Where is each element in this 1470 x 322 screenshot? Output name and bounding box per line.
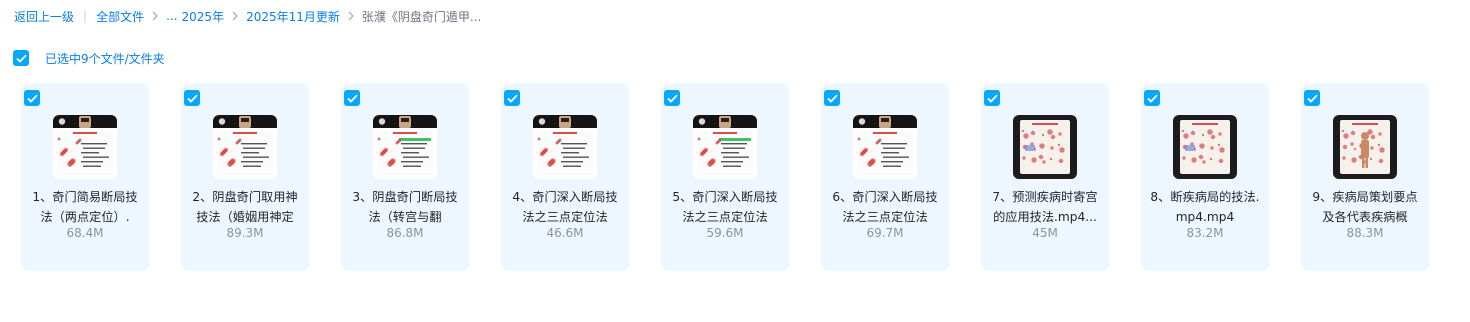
file-thumbnail[interactable]	[1173, 115, 1237, 179]
video-thumbnail-image	[213, 115, 277, 179]
video-thumbnail-image	[373, 115, 437, 179]
file-size: 86.8M	[386, 226, 424, 240]
file-card[interactable]: 9、疾病局策划要点及各代表疾病概 88.3M	[1301, 83, 1429, 271]
file-name[interactable]: 5、奇门深入断局技法之三点定位法	[667, 187, 783, 227]
check-icon	[826, 94, 838, 103]
file-checkbox[interactable]	[24, 90, 40, 106]
file-card[interactable]: 4、奇门深入断局技法之三点定位法 46.6M	[501, 83, 629, 271]
file-thumbnail[interactable]	[53, 115, 117, 179]
file-checkbox[interactable]	[1304, 90, 1320, 106]
file-card[interactable]: 8、断疾病局的技法.mp4.mp4 83.2M	[1141, 83, 1269, 271]
file-thumbnail[interactable]	[533, 115, 597, 179]
file-checkbox[interactable]	[184, 90, 200, 106]
check-icon	[346, 94, 358, 103]
check-icon	[26, 94, 38, 103]
video-thumbnail-image	[853, 115, 917, 179]
check-icon	[1146, 94, 1158, 103]
file-size: 83.2M	[1186, 226, 1224, 240]
video-thumbnail-image	[533, 115, 597, 179]
file-thumbnail[interactable]	[373, 115, 437, 179]
selection-bar: 已选中9个文件/文件夹	[13, 50, 165, 66]
file-checkbox[interactable]	[664, 90, 680, 106]
file-name[interactable]: 3、阴盘奇门断局技法（转宫与翻	[347, 187, 463, 227]
file-thumbnail[interactable]	[213, 115, 277, 179]
check-icon	[666, 94, 678, 103]
chevron-right-icon	[342, 9, 360, 23]
breadcrumb-ellipsis[interactable]: ...	[166, 9, 177, 23]
breadcrumb-item-year[interactable]: 2025年	[182, 8, 225, 25]
file-size: 45M	[1032, 226, 1058, 240]
breadcrumb-divider: |	[83, 9, 88, 23]
video-thumbnail-image	[1333, 115, 1397, 179]
video-thumbnail-image	[1013, 115, 1077, 179]
file-name[interactable]: 2、阴盘奇门取用神技法（婚姻用神定	[187, 187, 303, 227]
file-card[interactable]: 6、奇门深入断局技法之三点定位法 69.7M	[821, 83, 949, 271]
video-thumbnail-image	[693, 115, 757, 179]
file-checkbox[interactable]	[1144, 90, 1160, 106]
check-icon	[986, 94, 998, 103]
breadcrumb-item-month[interactable]: 2025年11月更新	[246, 8, 340, 25]
video-thumbnail-image	[1173, 115, 1237, 179]
file-name[interactable]: 1、奇门简易断局技法（两点定位）.	[27, 187, 143, 227]
check-icon	[1306, 94, 1318, 103]
file-card[interactable]: 3、阴盘奇门断局技法（转宫与翻 86.8M	[341, 83, 469, 271]
back-link[interactable]: 返回上一级	[14, 8, 74, 25]
file-card[interactable]: 2、阴盘奇门取用神技法（婚姻用神定 89.3M	[181, 83, 309, 271]
file-thumbnail[interactable]	[1013, 115, 1077, 179]
file-checkbox[interactable]	[824, 90, 840, 106]
chevron-right-icon	[226, 9, 244, 23]
file-thumbnail[interactable]	[693, 115, 757, 179]
file-checkbox[interactable]	[504, 90, 520, 106]
file-name[interactable]: 6、奇门深入断局技法之三点定位法	[827, 187, 943, 227]
breadcrumb-current: 张濮《阴盘奇门遁甲...	[361, 9, 482, 24]
all-files-link[interactable]: 全部文件	[96, 8, 144, 25]
file-checkbox[interactable]	[984, 90, 1000, 106]
file-name[interactable]: 9、疾病局策划要点及各代表疾病概	[1307, 187, 1423, 227]
file-size: 69.7M	[866, 226, 904, 240]
chevron-right-icon	[146, 9, 164, 23]
check-icon	[186, 94, 198, 103]
file-size: 89.3M	[226, 226, 264, 240]
file-size: 68.4M	[66, 226, 104, 240]
file-thumbnail[interactable]	[1333, 115, 1397, 179]
file-name[interactable]: 4、奇门深入断局技法之三点定位法	[507, 187, 623, 227]
file-card[interactable]: 5、奇门深入断局技法之三点定位法 59.6M	[661, 83, 789, 271]
file-name[interactable]: 8、断疾病局的技法.mp4.mp4	[1147, 187, 1263, 227]
selection-count-label: 已选中9个文件/文件夹	[45, 51, 165, 66]
select-all-checkbox[interactable]	[13, 50, 29, 66]
file-name[interactable]: 7、预测疾病时寄宫的应用技法.mp4...	[987, 187, 1103, 227]
video-thumbnail-image	[53, 115, 117, 179]
check-icon	[15, 54, 27, 63]
file-card[interactable]: 1、奇门简易断局技法（两点定位）. 68.4M	[21, 83, 149, 271]
breadcrumb: 返回上一级 | 全部文件 ... 2025年 2025年11月更新 张濮《阴盘奇…	[14, 7, 481, 25]
file-card[interactable]: 7、预测疾病时寄宫的应用技法.mp4... 45M	[981, 83, 1109, 271]
file-size: 59.6M	[706, 226, 744, 240]
file-checkbox[interactable]	[344, 90, 360, 106]
check-icon	[506, 94, 518, 103]
file-thumbnail[interactable]	[853, 115, 917, 179]
file-size: 46.6M	[546, 226, 584, 240]
file-size: 88.3M	[1346, 226, 1384, 240]
